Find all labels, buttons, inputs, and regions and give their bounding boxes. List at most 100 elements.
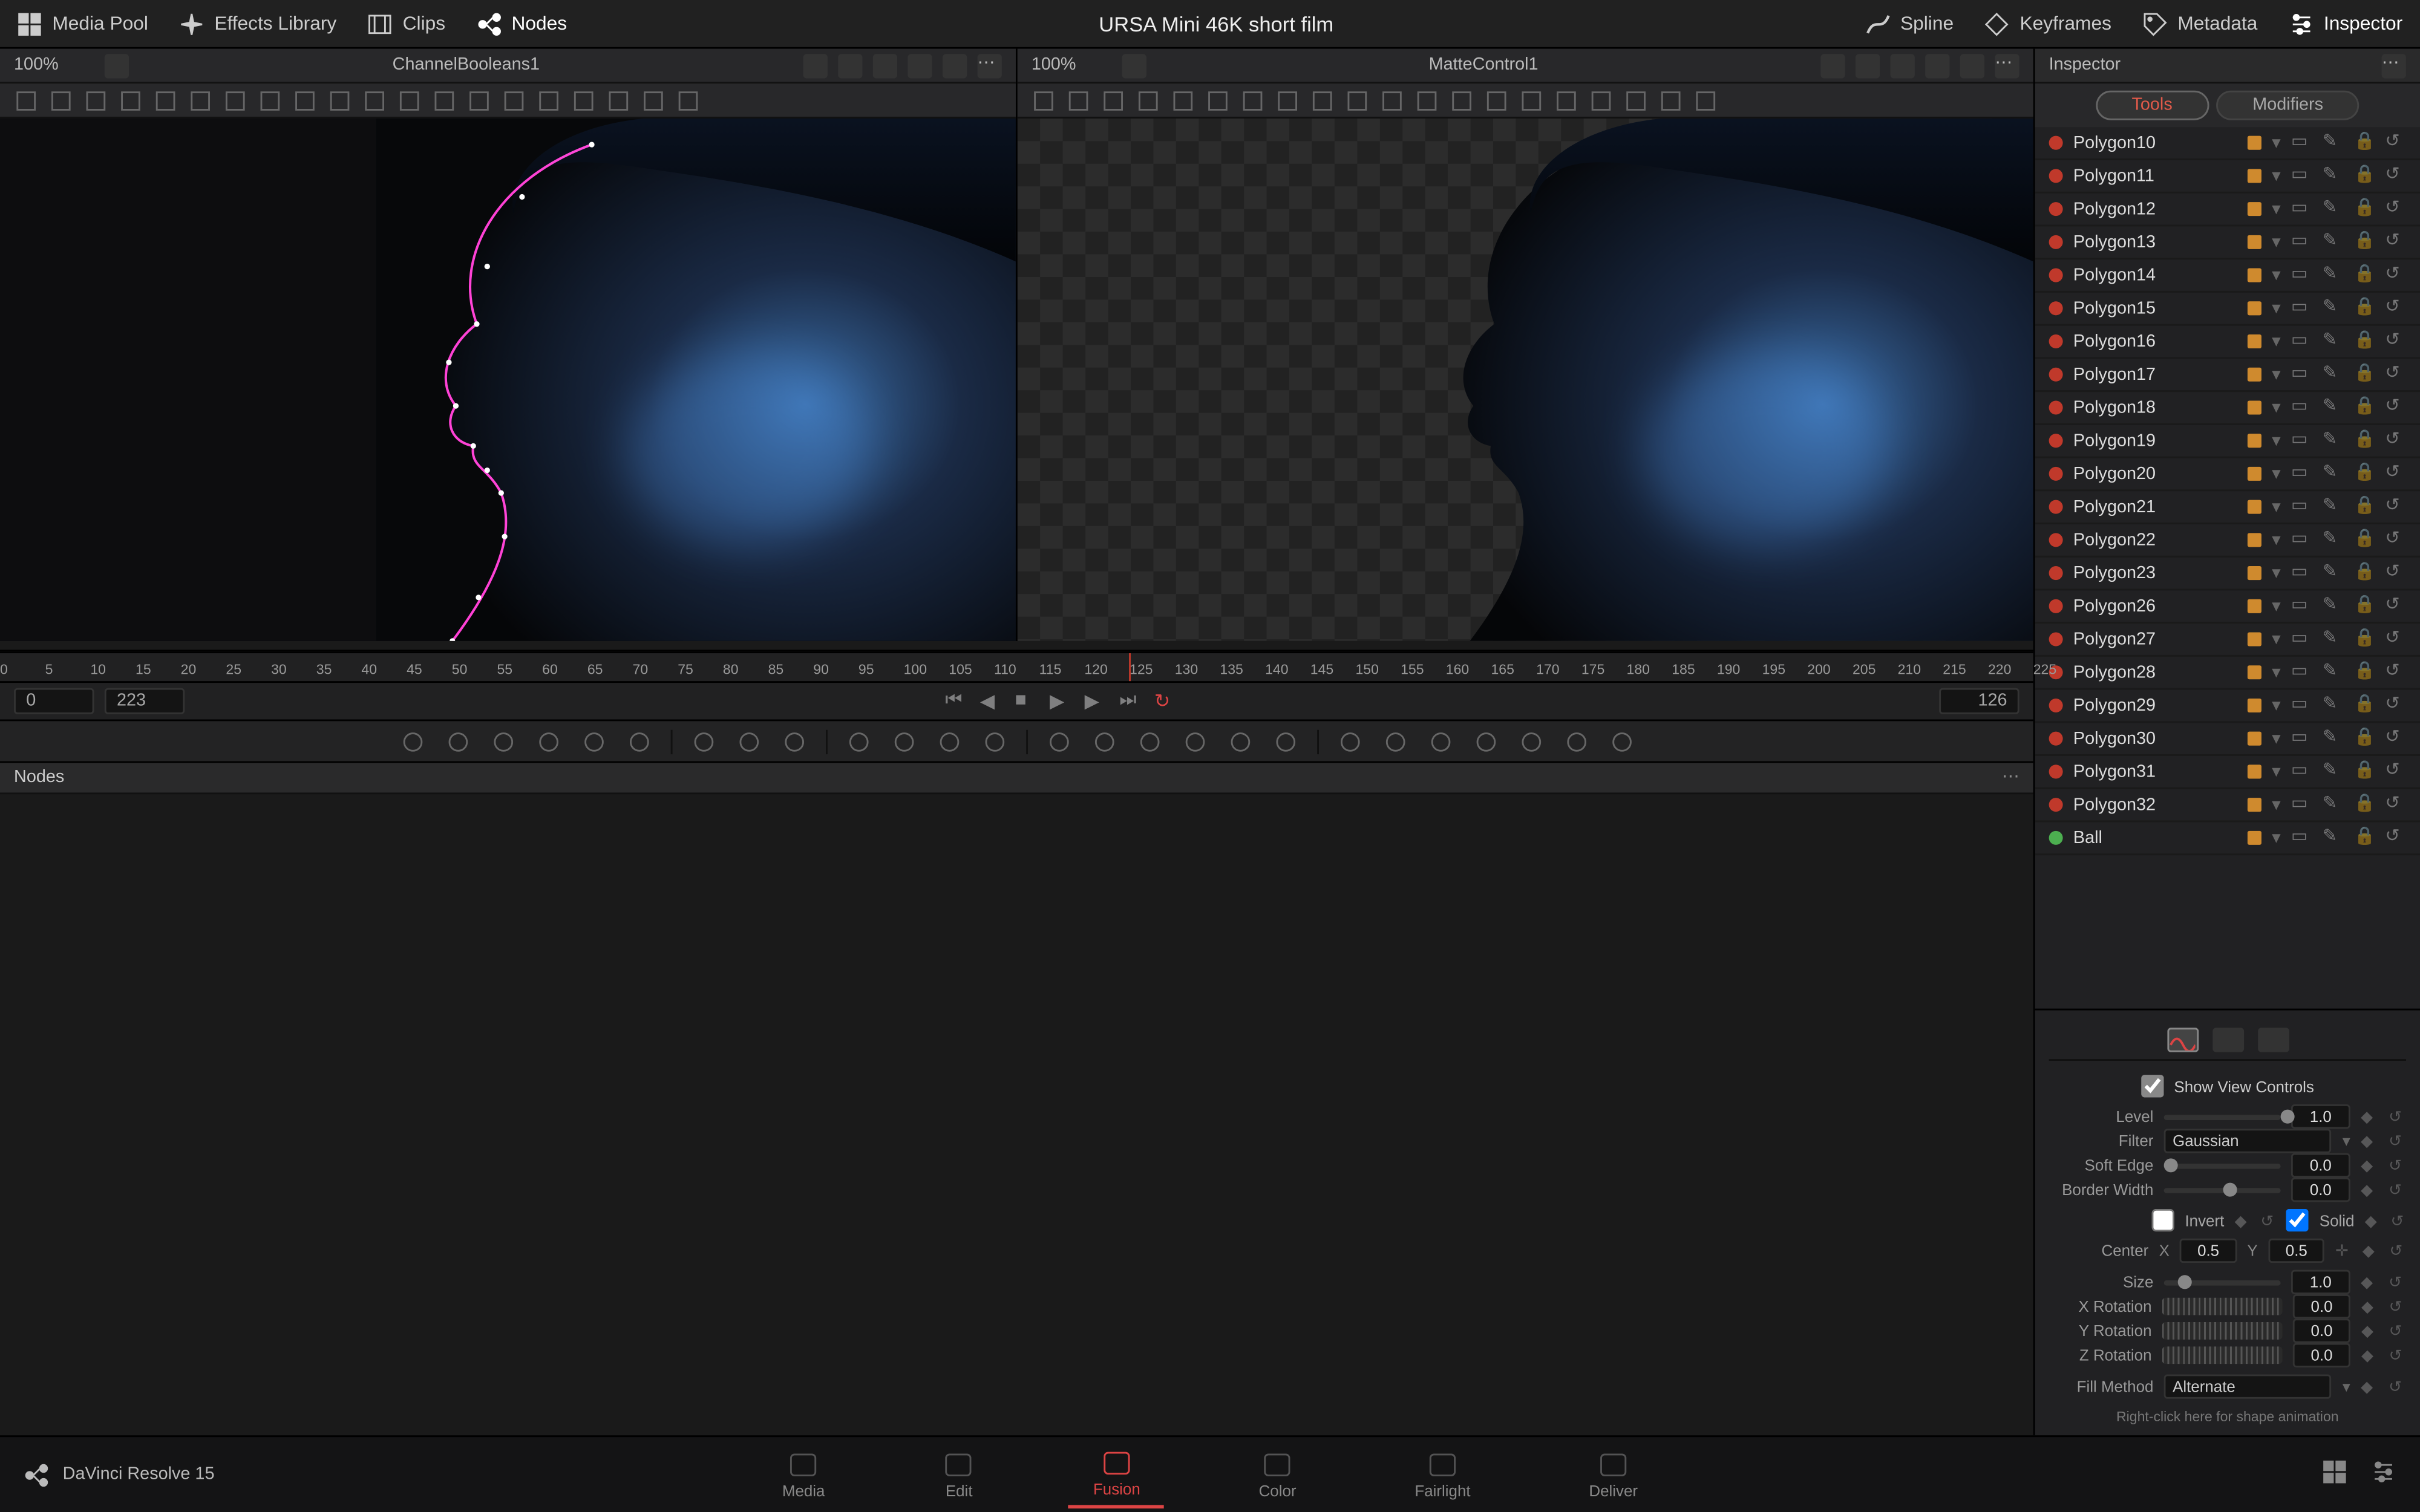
enable-dot[interactable] <box>2049 269 2063 282</box>
reset-icon[interactable]: ↺ <box>2385 132 2406 154</box>
lock-icon[interactable]: 🔒 <box>2354 198 2375 220</box>
color-chip[interactable] <box>2248 169 2261 183</box>
viewer-tool-icon[interactable] <box>1659 88 1683 112</box>
lock-icon[interactable]: 🔒 <box>2354 662 2375 683</box>
viewer-tool-icon[interactable] <box>83 88 108 112</box>
reset-icon[interactable]: ↺ <box>2385 331 2406 352</box>
enable-dot[interactable] <box>2049 136 2063 150</box>
inspector-tab-tools[interactable]: Tools <box>2095 91 2209 120</box>
viewer-tool-icon[interactable] <box>1101 88 1125 112</box>
lock-icon[interactable]: 🔒 <box>2354 530 2375 551</box>
tool-row[interactable]: Polygon12 ▾ ▭ ✎ 🔒 ↺ <box>2035 194 2420 227</box>
size-slider[interactable] <box>2164 1279 2281 1285</box>
script-icon[interactable]: ✎ <box>2323 695 2344 716</box>
keyframe-icon[interactable]: ◆ <box>2235 1211 2250 1229</box>
viewer-a-zoom[interactable]: 100% <box>14 56 94 75</box>
lock-icon[interactable]: 🔒 <box>2354 298 2375 319</box>
shelf-tool-icon[interactable] <box>1471 727 1499 755</box>
lock-icon[interactable]: 🔒 <box>2354 728 2375 749</box>
script-icon[interactable]: ✎ <box>2323 430 2344 451</box>
viewer-tool-icon[interactable] <box>1345 88 1369 112</box>
shelf-tool-icon[interactable] <box>844 727 872 755</box>
center-y-field[interactable]: 0.5 <box>2268 1239 2325 1263</box>
script-icon[interactable]: ✎ <box>2323 397 2344 419</box>
current-frame[interactable]: 126 <box>1939 688 2019 714</box>
viewer-tool-icon[interactable] <box>1693 88 1718 112</box>
lock-icon[interactable]: 🔒 <box>2354 463 2375 484</box>
shelf-tool-icon[interactable] <box>889 727 917 755</box>
page-fairlight[interactable]: Fairlight <box>1390 1443 1495 1506</box>
view-opt-icon[interactable] <box>838 53 862 77</box>
keyframe-icon[interactable]: ◆ <box>2361 1346 2378 1364</box>
step-fwd-icon[interactable]: ▶ <box>1085 689 1109 713</box>
script-icon[interactable]: ✎ <box>2323 265 2344 286</box>
shelf-tool-icon[interactable] <box>1135 727 1163 755</box>
page-deliver[interactable]: Deliver <box>1565 1443 1662 1506</box>
color-chip[interactable] <box>2248 764 2261 778</box>
value-field[interactable]: 1.0 <box>2291 1104 2350 1129</box>
shelf-tool-icon[interactable] <box>780 727 808 755</box>
viewer-tool-icon[interactable] <box>362 88 387 112</box>
view-opt-icon[interactable] <box>803 53 828 77</box>
tool-row[interactable]: Polygon13 ▾ ▭ ✎ 🔒 ↺ <box>2035 226 2420 259</box>
color-chip[interactable] <box>2248 599 2261 613</box>
tool-row[interactable]: Polygon27 ▾ ▭ ✎ 🔒 ↺ <box>2035 624 2420 657</box>
go-start-icon[interactable]: ⏮ <box>945 689 969 713</box>
center-x-field[interactable]: 0.5 <box>2180 1239 2237 1263</box>
tool-row[interactable]: Polygon32 ▾ ▭ ✎ 🔒 ↺ <box>2035 789 2420 823</box>
shelf-tool-icon[interactable] <box>580 727 607 755</box>
viewer-tool-icon[interactable] <box>1275 88 1300 112</box>
lock-icon[interactable]: 🔒 <box>2354 596 2375 617</box>
keyframe-icon[interactable]: ◆ <box>2361 1181 2378 1199</box>
lock-icon[interactable]: 🔒 <box>2354 562 2375 584</box>
view-opt-icon[interactable] <box>1891 53 1915 77</box>
viewer-tool-icon[interactable] <box>293 88 317 112</box>
shelf-tool-icon[interactable] <box>1044 727 1072 755</box>
keyframe-icon[interactable]: ◆ <box>2365 1211 2380 1229</box>
tool-row[interactable]: Polygon30 ▾ ▭ ✎ 🔒 ↺ <box>2035 723 2420 756</box>
image-tab-icon[interactable] <box>2212 1028 2243 1052</box>
viewer-tool-icon[interactable] <box>1032 88 1056 112</box>
tool-row[interactable]: Polygon11 ▾ ▭ ✎ 🔒 ↺ <box>2035 160 2420 194</box>
tool-row[interactable]: Polygon20 ▾ ▭ ✎ 🔒 ↺ <box>2035 458 2420 491</box>
viewer-tool-icon[interactable] <box>572 88 596 112</box>
keyframe-icon[interactable]: ◆ <box>2361 1322 2378 1340</box>
versions-icon[interactable]: ▭ <box>2291 198 2312 220</box>
script-icon[interactable]: ✎ <box>2323 761 2344 783</box>
color-chip[interactable] <box>2248 136 2261 150</box>
viewer-tool-icon[interactable] <box>1066 88 1090 112</box>
lock-icon[interactable]: 🔒 <box>2354 265 2375 286</box>
reset-icon[interactable]: ↺ <box>2385 298 2406 319</box>
time-track[interactable] <box>0 641 2033 651</box>
script-icon[interactable]: ✎ <box>2323 596 2344 617</box>
script-icon[interactable]: ✎ <box>2323 662 2344 683</box>
viewer-tool-icon[interactable] <box>1310 88 1335 112</box>
color-chip[interactable] <box>2248 633 2261 647</box>
soft-edge-slider[interactable] <box>2164 1163 2281 1168</box>
reset-icon[interactable]: ↺ <box>2389 1378 2406 1395</box>
tool-row[interactable]: Polygon26 ▾ ▭ ✎ 🔒 ↺ <box>2035 590 2420 624</box>
z-rotation-dial[interactable] <box>2162 1346 2282 1364</box>
reset-icon[interactable]: ↺ <box>2385 794 2406 815</box>
fit-icon[interactable] <box>105 53 129 77</box>
viewer-tool-icon[interactable] <box>641 88 666 112</box>
view-opt-icon[interactable] <box>1856 53 1880 77</box>
crosshair-icon[interactable]: ✛ <box>2335 1242 2352 1260</box>
shelf-tool-icon[interactable] <box>1090 727 1117 755</box>
viewer-b-canvas[interactable] <box>1018 119 2033 641</box>
enable-dot[interactable] <box>2049 633 2063 647</box>
reset-icon[interactable]: ↺ <box>2385 198 2406 220</box>
script-icon[interactable]: ✎ <box>2323 794 2344 815</box>
enable-dot[interactable] <box>2049 732 2063 746</box>
viewer-tool-icon[interactable] <box>1589 88 1613 112</box>
lock-icon[interactable]: 🔒 <box>2354 497 2375 518</box>
reset-icon[interactable]: ↺ <box>2385 827 2406 849</box>
media-pool-button[interactable]: Media Pool <box>18 11 148 36</box>
reset-icon[interactable]: ↺ <box>2385 265 2406 286</box>
view-opt-icon[interactable] <box>873 53 897 77</box>
keyframes-button[interactable]: Keyframes <box>1985 11 2111 36</box>
enable-dot[interactable] <box>2049 334 2063 348</box>
viewer-tool-icon[interactable] <box>676 88 700 112</box>
lock-icon[interactable]: 🔒 <box>2354 430 2375 451</box>
versions-icon[interactable]: ▭ <box>2291 430 2312 451</box>
